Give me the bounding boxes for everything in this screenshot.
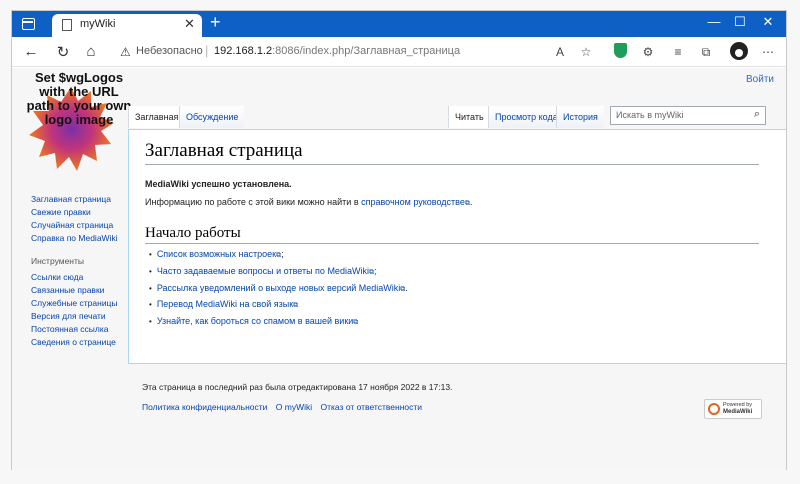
title-bar: myWiki ✕ + — ☐ ✕ [12, 11, 786, 37]
section-heading: Начало работы [145, 225, 759, 244]
external-link-icon: ⧉ [353, 319, 359, 327]
mediawiki-logo-icon [708, 403, 720, 415]
back-arrow-icon[interactable]: ← [22, 43, 40, 60]
sidebar-item-help[interactable]: Справка по MediaWiki [31, 232, 141, 245]
about-link[interactable]: О myWiki [276, 402, 312, 412]
last-modified-info: Эта страница в последний раз была отреда… [142, 382, 453, 392]
wiki-page: Войти Set $wgLogos with the URL path to … [12, 68, 786, 470]
more-menu-icon[interactable]: ⋯ [760, 45, 776, 59]
address-bar-row: ← ↻ ⌂ ⚠ Небезопасно | 192.168.1.2:8086/i… [12, 37, 786, 67]
localisation-link[interactable]: Перевод MediaWiki на свой язык [157, 299, 293, 309]
user-guide-link[interactable]: справочном руководстве [361, 197, 465, 207]
sidebar-item-page-info[interactable]: Сведения о странице [31, 336, 141, 349]
list-item: Узнайте, как бороться со спамом в вашей … [149, 314, 408, 331]
login-link[interactable]: Войти [746, 74, 774, 85]
mailing-list-link[interactable]: Рассылка уведомлений о выходе новых верс… [157, 283, 400, 293]
sidebar-item-related-changes[interactable]: Связанные правки [31, 284, 141, 297]
collections-icon[interactable]: ⧉ [698, 45, 714, 60]
warning-icon[interactable]: ⚠ [120, 45, 131, 59]
config-settings-link[interactable]: Список возможных настроек [157, 249, 276, 259]
tab-read[interactable]: Читать [448, 106, 490, 128]
favorite-star-icon[interactable]: ☆ [578, 45, 594, 59]
search-icon[interactable]: ⌕ [754, 108, 760, 121]
extensions-icon[interactable]: ⚙ [640, 45, 656, 59]
home-icon[interactable]: ⌂ [82, 43, 100, 60]
separator: | [205, 43, 209, 58]
powered-by-text: Powered by MediaWiki [723, 402, 753, 415]
shield-extension-icon[interactable] [614, 43, 627, 58]
maximize-button[interactable]: ☐ [730, 14, 750, 30]
sidebar: Заглавная страница Свежие правки Случайн… [31, 193, 141, 349]
privacy-link[interactable]: Политика конфиденциальности [142, 402, 267, 412]
tab-view-source[interactable]: Просмотр кода [488, 106, 564, 128]
tab-talk[interactable]: Обсуждение [179, 106, 245, 128]
sidebar-item-recent-changes[interactable]: Свежие правки [31, 206, 141, 219]
content-area: Заглавная страница MediaWiki успешно уст… [128, 129, 786, 364]
browser-window: myWiki ✕ + — ☐ ✕ ← ↻ ⌂ ⚠ Небезопасно | 1… [11, 10, 787, 470]
tab-history[interactable]: История [556, 106, 604, 128]
sidebar-item-special-pages[interactable]: Служебные страницы [31, 297, 141, 310]
tab-page[interactable]: Заглавная [128, 106, 185, 128]
read-aloud-icon[interactable]: A [552, 45, 568, 59]
sidebar-item-main-page[interactable]: Заглавная страница [31, 193, 141, 206]
favorites-icon[interactable]: ≡ [670, 45, 686, 59]
combat-spam-link[interactable]: Узнайте, как бороться со спамом в вашей … [157, 316, 353, 326]
search-input[interactable]: Искать в myWiki ⌕ [610, 106, 766, 125]
security-label[interactable]: Небезопасно [136, 45, 203, 57]
external-link-icon: ⧉ [293, 302, 299, 310]
browser-tab[interactable]: myWiki ✕ [52, 14, 202, 37]
logo-text: Set $wgLogos with the URL path to your o… [26, 70, 132, 127]
new-tab-button[interactable]: + [210, 12, 221, 33]
refresh-icon[interactable]: ↻ [54, 43, 72, 61]
profile-avatar[interactable] [730, 42, 748, 60]
page-tabs: Заглавная Обсуждение Читать Просмотр код… [128, 106, 776, 128]
url-text[interactable]: 192.168.1.2:8086/index.php/Заглавная_стр… [214, 45, 460, 57]
page-title: Заглавная страница [145, 140, 759, 165]
list-item: Список возможных настроек⧉; [149, 247, 408, 264]
disclaimer-link[interactable]: Отказ от ответственности [321, 402, 423, 412]
footer-links: Политика конфиденциальности О myWiki Отк… [142, 402, 428, 412]
install-message: MediaWiki успешно установлена. [145, 179, 292, 189]
list-item: Перевод MediaWiki на свой язык⧉ [149, 297, 408, 314]
page-favicon-icon [62, 19, 72, 31]
info-paragraph: Информацию по работе с этой вики можно н… [145, 197, 473, 207]
close-window-button[interactable]: ✕ [758, 14, 778, 30]
faq-link[interactable]: Часто задаваемые вопросы и ответы по Med… [157, 266, 369, 276]
sidebar-item-random-page[interactable]: Случайная страница [31, 219, 141, 232]
tab-actions-icon[interactable] [22, 18, 35, 30]
address-bar[interactable]: ⚠ Небезопасно | 192.168.1.2:8086/index.p… [114, 41, 654, 63]
sidebar-tools-heading: Инструменты [31, 256, 85, 266]
getting-started-list: Список возможных настроек⧉; Часто задава… [149, 247, 408, 331]
search-placeholder: Искать в myWiki [616, 110, 684, 120]
sidebar-item-permanent-link[interactable]: Постоянная ссылка [31, 323, 141, 336]
list-item: Часто задаваемые вопросы и ответы по Med… [149, 264, 408, 281]
sidebar-item-what-links-here[interactable]: Ссылки сюда [31, 271, 141, 284]
powered-by-mediawiki-badge[interactable]: Powered by MediaWiki [704, 399, 762, 419]
sidebar-item-printable[interactable]: Версия для печати [31, 310, 141, 323]
list-item: Рассылка уведомлений о выходе новых верс… [149, 281, 408, 298]
tab-close-icon[interactable]: ✕ [184, 16, 195, 32]
tab-title: myWiki [80, 18, 116, 30]
minimize-button[interactable]: — [704, 14, 724, 29]
